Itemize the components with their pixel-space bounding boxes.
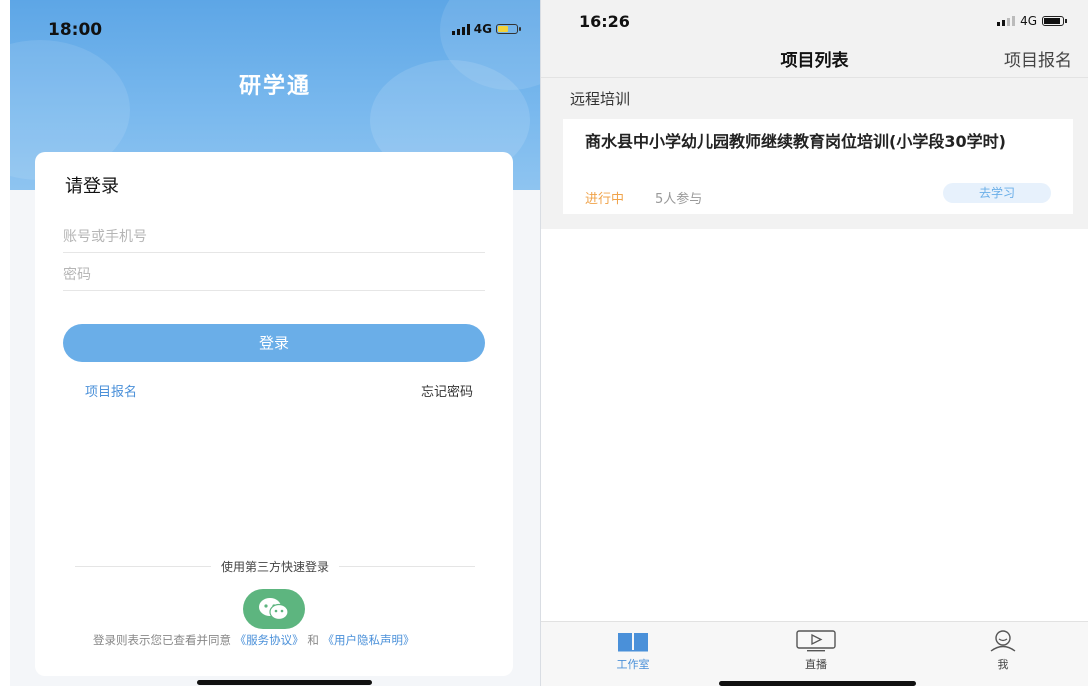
password-input[interactable]: 密码 (63, 264, 485, 291)
participant-count: 5人参与 (655, 192, 703, 207)
network-label: 4G (1020, 14, 1037, 28)
agreement-prefix: 登录则表示您已查看并同意 (93, 633, 231, 647)
battery-icon (496, 24, 521, 34)
tab-live[interactable]: 直播 (776, 630, 856, 672)
battery-icon (1042, 16, 1067, 26)
service-agreement-link[interactable]: 《服务协议》 (235, 633, 304, 647)
section-title: 远程培训 (570, 90, 631, 108)
login-button[interactable]: 登录 (63, 324, 485, 362)
network-label: 4G (473, 22, 492, 36)
tab-studio[interactable]: 工作室 (593, 630, 673, 672)
privacy-policy-link[interactable]: 《用户隐私声明》 (322, 633, 414, 647)
home-indicator (719, 681, 916, 686)
agreement-text: 登录则表示您已查看并同意 《服务协议》 和 《用户隐私声明》 (93, 634, 473, 647)
third-party-divider: 使用第三方快速登录 (75, 558, 476, 575)
signal-icon (451, 23, 470, 35)
status-time: 16:26 (579, 12, 630, 31)
third-party-label: 使用第三方快速登录 (221, 560, 330, 574)
signal-icon (997, 16, 1016, 26)
nav-divider (541, 77, 1088, 78)
project-list-screen: 16:26 4G 项目列表 项目报名 远程培训 商水县中小学幼儿园教师继续教育岗… (541, 0, 1088, 686)
forgot-password-link[interactable]: 忘记密码 (421, 381, 473, 400)
project-header-area: 16:26 4G 项目列表 项目报名 远程培训 商水县中小学幼儿园教师继续教育岗… (541, 0, 1088, 229)
tab-label: 工作室 (616, 658, 650, 671)
divider-line (339, 566, 476, 567)
tv-play-icon (796, 630, 836, 652)
wechat-icon (259, 598, 289, 621)
project-title: 商水县中小学幼儿园教师继续教育岗位培训(小学段30学时) (585, 132, 1006, 151)
user-icon (990, 630, 1016, 652)
go-study-button[interactable]: 去学习 (943, 183, 1051, 203)
status-indicators: 4G (997, 14, 1067, 28)
agreement-and: 和 (307, 633, 319, 647)
wechat-login-button[interactable] (243, 589, 305, 629)
app-title: 研学通 (238, 74, 311, 99)
tab-label: 我 (997, 658, 1009, 671)
login-card: 请登录 账号或手机号 密码 登录 项目报名 忘记密码 使用第三方快速登录 登录则… (35, 152, 513, 676)
login-screen: 18:00 4G 研学通 请登录 账号或手机号 密码 登录 项目报名 忘记密码 … (10, 0, 540, 686)
book-icon (618, 633, 648, 652)
project-register-button[interactable]: 项目报名 (1004, 46, 1072, 71)
login-heading: 请登录 (65, 176, 119, 197)
tab-me[interactable]: 我 (963, 630, 1043, 672)
tab-label: 直播 (805, 658, 827, 671)
project-status: 进行中 (585, 192, 625, 207)
home-indicator (197, 680, 372, 685)
status-time: 18:00 (48, 20, 103, 40)
account-input[interactable]: 账号或手机号 (63, 226, 485, 253)
divider-line (75, 566, 211, 567)
status-indicators: 4G (451, 22, 521, 36)
bottom-tabbar: 工作室 直播 我 (541, 621, 1088, 686)
register-link[interactable]: 项目报名 (85, 381, 137, 400)
project-card[interactable]: 商水县中小学幼儿园教师继续教育岗位培训(小学段30学时) 进行中 5人参与 去学… (563, 119, 1073, 214)
